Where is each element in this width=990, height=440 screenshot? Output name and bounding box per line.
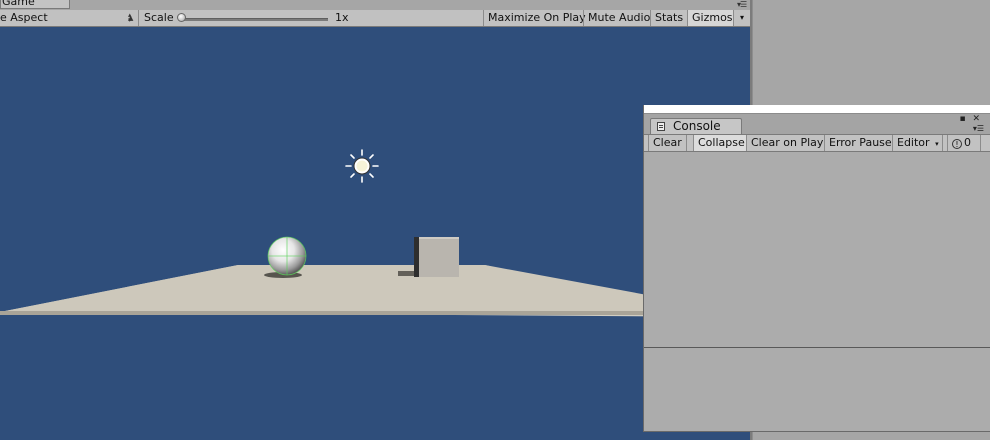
ground-plane-edge: [0, 311, 750, 315]
tab-game[interactable]: Game: [0, 0, 70, 9]
scale-control: Scale 1x: [138, 10, 349, 26]
clear-label: Clear: [653, 136, 682, 149]
console-window: ▪ ✕ ▾☰ Console Clear Collapse Clear on P…: [643, 105, 990, 432]
maximize-icon[interactable]: ▪: [959, 114, 965, 124]
error-pause-button[interactable]: Error Pause: [825, 135, 893, 151]
updown-arrows-icon: ▴ ▾: [128, 11, 132, 24]
window-buttons: ▪ ✕: [959, 114, 980, 124]
error-icon: !: [952, 139, 962, 149]
directional-light-icon: [345, 149, 379, 183]
error-pause-label: Error Pause: [829, 136, 892, 149]
tab-game-label: Game: [2, 0, 35, 8]
scale-slider-track[interactable]: [182, 18, 328, 21]
editor-dropdown[interactable]: Editor ▾: [893, 135, 943, 151]
aspect-dropdown[interactable]: e Aspect ▲: [0, 10, 138, 26]
console-icon: [657, 122, 665, 131]
aspect-label: e Aspect: [0, 11, 48, 24]
scale-value: 1x: [335, 11, 349, 24]
maximize-on-play-label: Maximize On Play: [488, 11, 586, 24]
game-scene: [0, 149, 750, 327]
console-detail-pane[interactable]: [644, 348, 990, 430]
gizmos-dropdown-arrow-icon[interactable]: ▾: [733, 10, 750, 26]
context-menu-icon[interactable]: ▾☰: [737, 0, 747, 9]
clear-on-play-label: Clear on Play: [751, 136, 824, 149]
console-log-list[interactable]: [644, 152, 990, 347]
cube: [419, 237, 459, 277]
console-titlebar[interactable]: [644, 105, 990, 114]
stats-button[interactable]: Stats: [650, 10, 687, 26]
clear-button[interactable]: Clear: [648, 135, 687, 151]
gizmos-label: Gizmos: [692, 11, 733, 24]
mute-audio-button[interactable]: Mute Audio: [583, 10, 654, 26]
console-toolbar: Clear Collapse Clear on Play Error Pause…: [644, 134, 990, 152]
stats-label: Stats: [655, 11, 684, 24]
context-menu-icon[interactable]: ▾☰: [973, 124, 984, 134]
maximize-on-play-button[interactable]: Maximize On Play: [483, 10, 590, 26]
editor-label: Editor: [897, 136, 930, 149]
console-tabbar: ▪ ✕ ▾☰ Console: [644, 114, 990, 134]
error-count-toggle[interactable]: ! 0: [947, 135, 981, 151]
close-icon[interactable]: ✕: [972, 114, 980, 124]
scale-label: Scale: [144, 11, 174, 24]
collapse-label: Collapse: [698, 136, 745, 149]
mute-audio-label: Mute Audio: [588, 11, 651, 24]
dropdown-arrow-icon: ▾: [935, 140, 939, 148]
ground-plane-surface: [0, 265, 750, 314]
error-count: 0: [964, 136, 971, 149]
cube-top-highlight: [419, 237, 459, 239]
tab-console[interactable]: Console: [650, 118, 742, 134]
game-viewport[interactable]: [0, 27, 750, 440]
clear-on-play-button[interactable]: Clear on Play: [747, 135, 825, 151]
tab-console-label: Console: [673, 119, 721, 133]
game-toolbar: e Aspect ▲ ▴ ▾ Scale 1x Maximize On Play …: [0, 10, 752, 27]
gizmos-button[interactable]: Gizmos: [687, 10, 733, 26]
collapse-button[interactable]: Collapse: [693, 135, 747, 151]
scale-slider-thumb[interactable]: [177, 13, 186, 22]
